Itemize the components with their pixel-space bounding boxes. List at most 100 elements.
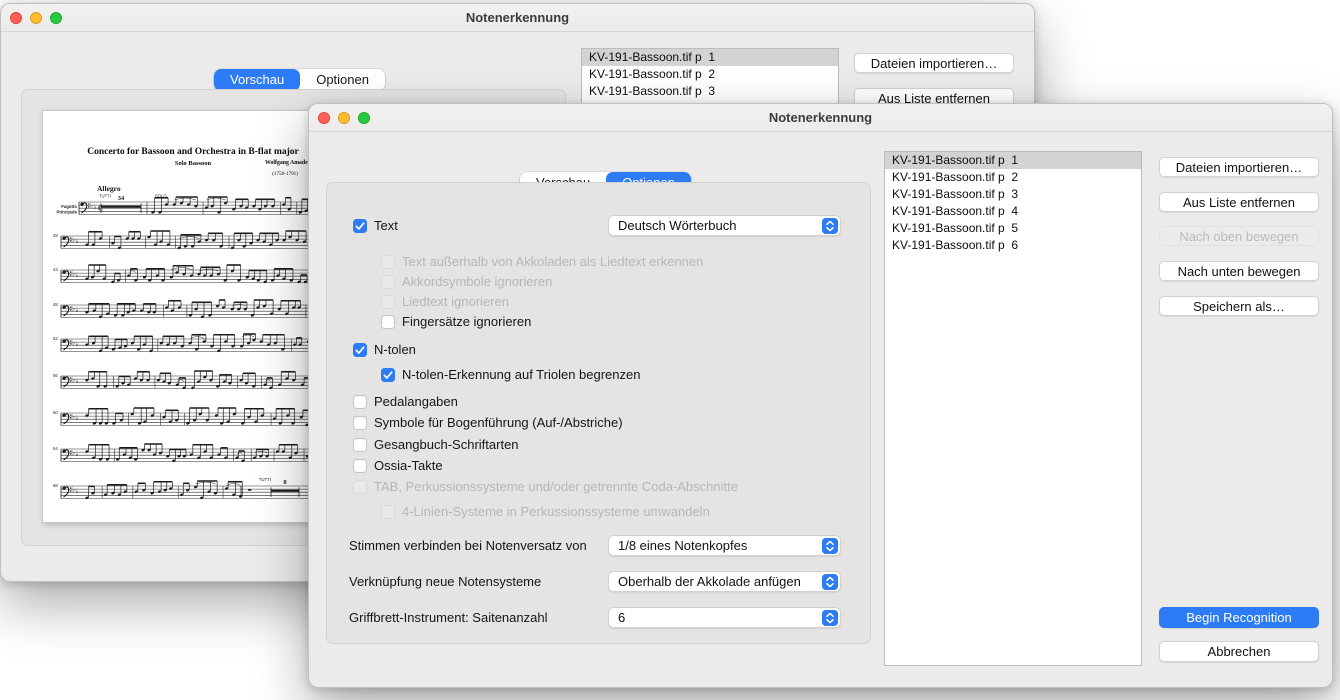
text-checkbox-label: Text [374, 218, 398, 233]
checkbox-label: Liedtext ignorieren [402, 294, 509, 309]
checkbox[interactable] [353, 458, 367, 473]
checkbox-label: Gesangbuch-Schriftarten [374, 437, 519, 452]
back-window-title: Notenerkennung [465, 10, 570, 25]
svg-text:Allegro: Allegro [97, 184, 121, 193]
text-checkbox[interactable] [353, 218, 367, 233]
popup-stepper-icon [822, 217, 838, 234]
svg-text:C: C [98, 204, 103, 212]
speichern-als-button[interactable]: Speichern als… [1159, 296, 1319, 316]
popup-value: Oberhalb der Akkolade anfügen [618, 574, 801, 589]
checkbox-label: Pedalangaben [374, 394, 458, 409]
music-notation: ♭ ♭ CAllegroTUTTI SOLO34FagottoPrincipale♭ ♭… [53, 184, 343, 500]
checkbox-label: Fingersätze ignorieren [402, 314, 532, 329]
file-list-item[interactable]: KV-191-Bassoon.tif p 5 [885, 220, 1141, 237]
checkbox-row-n-tolen-erkennung-auf-triolen-begrenzen[interactable]: N-tolen-Erkennung auf Triolen begrenzen [381, 367, 640, 382]
back-import-button[interactable]: Dateien importieren… [854, 53, 1014, 73]
dictionary-popup-value: Deutsch Wörterbuch [618, 218, 737, 233]
svg-text:28: 28 [53, 233, 58, 238]
file-list-item[interactable]: KV-191-Bassoon.tif p 6 [885, 237, 1141, 254]
popup-stimmen-verbinden-bei-notenversatz-von[interactable]: 1/8 eines Notenkopfes [608, 535, 841, 556]
checkbox [353, 479, 367, 494]
checkbox-label: TAB, Perkussionssysteme und/oder getrenn… [374, 479, 738, 494]
checkbox[interactable] [353, 437, 367, 452]
svg-text:♭: ♭ [76, 450, 79, 458]
file-list-item[interactable]: KV-191-Bassoon.tif p 2 [885, 169, 1141, 186]
svg-text:43: 43 [53, 267, 58, 272]
dictionary-popup[interactable]: Deutsch Wörterbuch [608, 215, 841, 236]
checkbox-label: 4-Linien-Systeme in Perkussionssysteme u… [402, 504, 710, 519]
begin-recognition-button[interactable]: Begin Recognition [1159, 607, 1319, 628]
popup-label-griffbrett-instrument-saitenanzahl: Griffbrett-Instrument: Saitenanzahl [349, 610, 548, 625]
file-list-item[interactable]: KV-191-Bassoon.tif p 1 [885, 152, 1141, 169]
checkbox-row-pedalangaben[interactable]: Pedalangaben [353, 394, 458, 409]
svg-text:TUTTI: TUTTI [259, 477, 271, 482]
file-list-item[interactable]: KV-191-Bassoon.tif p 3 [582, 83, 838, 100]
popup-value: 1/8 eines Notenkopfes [618, 538, 748, 553]
sheet-music-preview: Concerto for Bassoon and Orchestra in B-… [43, 111, 343, 522]
checkbox[interactable] [381, 367, 395, 382]
svg-text:Fagotto: Fagotto [61, 204, 77, 209]
svg-text:♭: ♭ [94, 203, 97, 211]
checkbox[interactable] [353, 342, 367, 357]
checkbox[interactable] [381, 314, 395, 329]
file-list-item[interactable]: KV-191-Bassoon.tif p 1 [582, 49, 838, 66]
back-titlebar[interactable]: Notenerkennung [1, 4, 1034, 32]
svg-text:64: 64 [53, 446, 58, 451]
checkbox-label: Text außerhalb von Akkoladen als Liedtex… [402, 254, 704, 269]
svg-text:68: 68 [53, 483, 58, 488]
checkbox-row-4-linien-systeme-in-perkussionssysteme-u: 4-Linien-Systeme in Perkussionssysteme u… [381, 504, 710, 519]
svg-text:♭: ♭ [76, 487, 79, 495]
back-tab-vorschau[interactable]: Vorschau [214, 69, 301, 91]
svg-text:♭: ♭ [76, 340, 79, 348]
popup-stepper-icon [822, 537, 838, 554]
checkbox-row-n-tolen[interactable]: N-tolen [353, 342, 416, 357]
checkbox-row-fingersätze-ignorieren[interactable]: Fingersätze ignorieren [381, 314, 531, 329]
checkbox-row-symbole-für-bogenführung-auf-abstriche[interactable]: Symbole für Bogenführung (Auf-/Abstriche… [353, 415, 623, 430]
checkbox-label: Symbole für Bogenführung (Auf-/Abstriche… [374, 415, 623, 430]
svg-text:♭: ♭ [76, 306, 79, 314]
aus-liste-entfernen-button[interactable]: Aus Liste entfernen [1159, 192, 1319, 212]
svg-text:52: 52 [53, 336, 58, 341]
front-window: Notenerkennung VorschauOptionen Text Deu… [308, 103, 1333, 688]
front-window-title: Notenerkennung [768, 110, 873, 125]
svg-text:♭: ♭ [76, 414, 79, 422]
svg-text:TUTTI: TUTTI [99, 194, 111, 199]
svg-text:60: 60 [53, 410, 58, 415]
checkbox-row-liedtext-ignorieren: Liedtext ignorieren [381, 294, 509, 309]
svg-text:Principale: Principale [56, 210, 77, 215]
nach-oben-bewegen-button: Nach oben bewegen [1159, 226, 1319, 246]
file-list-item[interactable]: KV-191-Bassoon.tif p 2 [582, 66, 838, 83]
checkbox-row-gesangbuch-schriftarten[interactable]: Gesangbuch-Schriftarten [353, 437, 519, 452]
checkbox-row-text-außerhalb-von-akkoladen-als-liedtex: Text außerhalb von Akkoladen als Liedtex… [381, 254, 703, 269]
svg-text:8: 8 [283, 479, 287, 486]
popup-label-verknüpfung-neue-notensysteme: Verknüpfung neue Notensysteme [349, 574, 542, 589]
back-tab-control: Vorschau Optionen [214, 69, 385, 91]
dateien-importieren-button[interactable]: Dateien importieren… [1159, 157, 1319, 177]
svg-text:♭: ♭ [76, 377, 79, 385]
popup-griffbrett-instrument-saitenanzahl[interactable]: 6 [608, 607, 841, 628]
cancel-button[interactable]: Abbrechen [1159, 641, 1319, 662]
front-titlebar[interactable]: Notenerkennung [309, 104, 1332, 132]
file-list-item[interactable]: KV-191-Bassoon.tif p 4 [885, 203, 1141, 220]
checkbox-label: N-tolen [374, 342, 416, 357]
popup-stepper-icon [822, 573, 838, 590]
checkbox[interactable] [353, 415, 367, 430]
checkbox[interactable] [353, 394, 367, 409]
checkbox-label: Akkordsymbole ignorieren [402, 274, 553, 289]
checkbox-label: N-tolen-Erkennung auf Triolen begrenzen [402, 367, 641, 382]
checkbox [381, 504, 395, 519]
svg-text:56: 56 [53, 373, 58, 378]
back-tab-optionen[interactable]: Optionen [300, 69, 385, 91]
file-list-item[interactable]: KV-191-Bassoon.tif p 3 [885, 186, 1141, 203]
checkbox-label: Ossia-Takte [374, 458, 443, 473]
svg-text:34: 34 [118, 195, 125, 202]
nach-unten-bewegen-button[interactable]: Nach unten bewegen [1159, 261, 1319, 281]
checkbox-row-text[interactable]: Text [353, 218, 398, 233]
checkbox-row-ossia-takte[interactable]: Ossia-Takte [353, 458, 443, 473]
front-file-list[interactable]: KV-191-Bassoon.tif p 1 KV-191-Bassoon.tif… [884, 151, 1142, 666]
popup-verknüpfung-neue-notensysteme[interactable]: Oberhalb der Akkolade anfügen [608, 571, 841, 592]
popup-stepper-icon [822, 609, 838, 626]
popup-value: 6 [618, 610, 626, 625]
svg-text:♭: ♭ [76, 271, 79, 279]
popup-label-stimmen-verbinden-bei-notenversatz-von: Stimmen verbinden bei Notenversatz von [349, 538, 587, 553]
